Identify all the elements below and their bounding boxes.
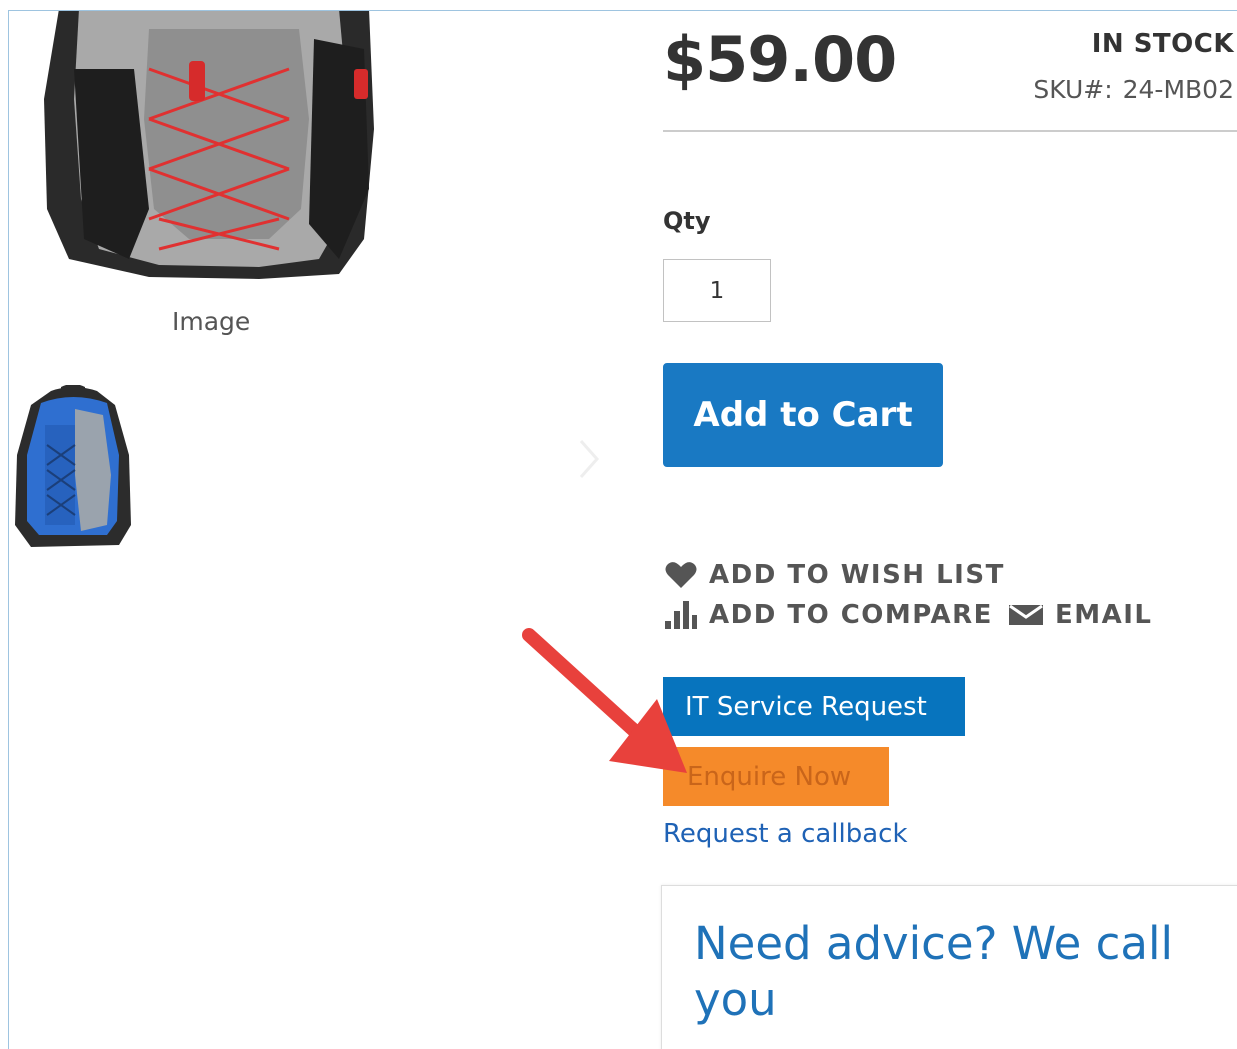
- chevron-right-icon: [579, 440, 600, 478]
- advice-title: Need advice? We call you: [694, 917, 1173, 1026]
- advice-box: Need advice? We call you: [661, 885, 1237, 1049]
- backpack-blue-icon: [15, 384, 131, 547]
- sku-value: 24-MB02: [1122, 75, 1234, 104]
- image-caption: Image: [172, 307, 251, 336]
- sku: SKU#: 24-MB02: [1033, 75, 1234, 104]
- main-product-image[interactable]: [39, 11, 399, 289]
- qty-input[interactable]: [663, 259, 771, 322]
- it-service-request-button[interactable]: IT Service Request: [663, 677, 965, 736]
- add-to-cart-button[interactable]: Add to Cart: [663, 363, 943, 467]
- enquire-now-button[interactable]: Enquire Now: [663, 747, 889, 806]
- email-link[interactable]: EMAIL: [1009, 600, 1153, 630]
- bar-chart-icon: [665, 601, 697, 629]
- divider: [663, 130, 1237, 132]
- stock-status: IN STOCK: [1091, 29, 1234, 59]
- gallery-next-button[interactable]: [577, 437, 601, 481]
- add-to-compare-link[interactable]: ADD TO COMPARE: [665, 600, 993, 630]
- envelope-icon: [1009, 604, 1043, 625]
- qty-label: Qty: [663, 207, 711, 235]
- product-price: $59.00: [663, 23, 897, 96]
- sku-label: SKU#:: [1033, 75, 1113, 104]
- product-page: Image $59.00 IN STOCK SKU#: 24-MB02 Qty A…: [8, 10, 1237, 1049]
- thumbnail-image[interactable]: [11, 384, 135, 553]
- compare-label: ADD TO COMPARE: [709, 600, 993, 630]
- add-to-wishlist-link[interactable]: ADD TO WISH LIST: [665, 560, 1005, 590]
- email-label: EMAIL: [1055, 600, 1153, 630]
- backpack-gray-red-icon: [44, 11, 374, 279]
- wishlist-label: ADD TO WISH LIST: [709, 560, 1005, 590]
- heart-icon: [665, 562, 697, 588]
- request-callback-link[interactable]: Request a callback: [663, 819, 908, 849]
